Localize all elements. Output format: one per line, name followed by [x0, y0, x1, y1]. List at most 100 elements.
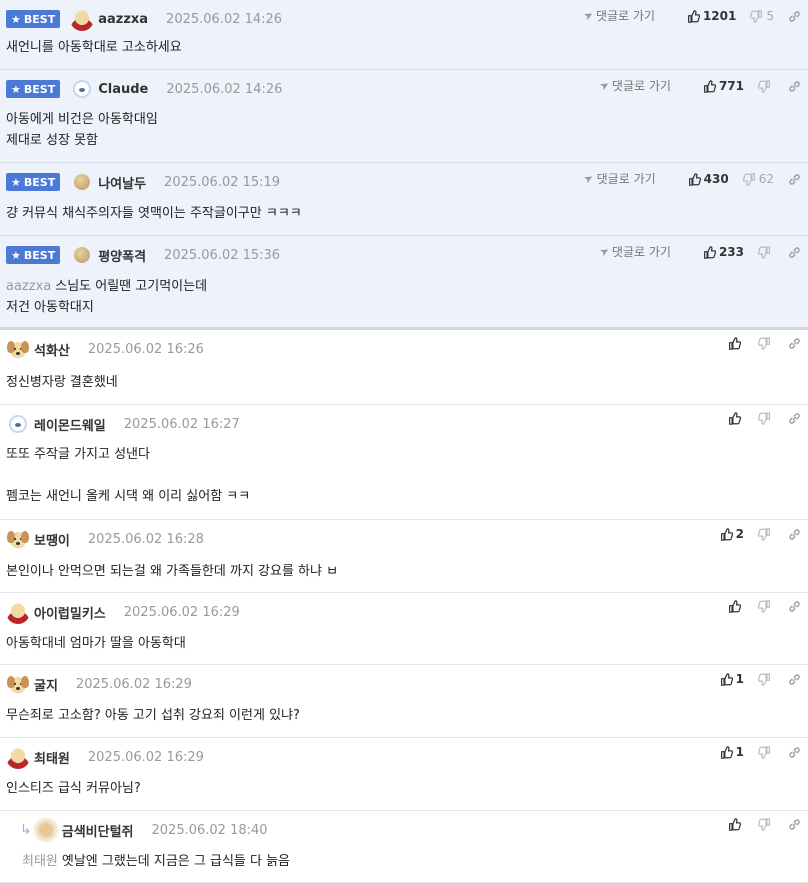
share-link-button[interactable] — [788, 80, 800, 92]
upvote-button[interactable] — [728, 412, 744, 425]
comment-line: 인스티즈 급식 커뮤아님? — [6, 778, 141, 799]
share-link-button[interactable] — [788, 528, 800, 540]
go-to-comment-link[interactable]: ➤ 댓글로 가기 — [597, 243, 671, 260]
comment-text: 최태원 옛날엔 그랬는데 지금은 그 급식들 다 늙음 — [22, 851, 290, 872]
share-link-button[interactable] — [788, 673, 800, 685]
comment-date: 2025.06.02 15:36 — [164, 247, 281, 263]
mention-name[interactable]: 최태원 — [22, 854, 58, 869]
upvote-count: 430 — [703, 171, 729, 186]
author-name[interactable]: 최태원 — [34, 748, 70, 767]
thumbs-up-icon — [687, 9, 700, 23]
avatar[interactable] — [6, 412, 30, 436]
author-name[interactable]: aazzxa — [98, 12, 148, 27]
avatar[interactable] — [6, 600, 30, 624]
thumbs-down-icon — [758, 746, 770, 759]
downvote-button[interactable] — [758, 818, 774, 831]
comment-text: 정신병자랑 결혼했네 — [6, 372, 118, 393]
downvote-button[interactable]: 62 — [742, 172, 774, 186]
author-name[interactable]: 나여날두 — [98, 173, 146, 192]
comment-line: 정신병자랑 결혼했네 — [6, 372, 118, 393]
comment-line-text: 인스티즈 급식 커뮤아님? — [6, 781, 141, 796]
reply-arrow-icon: ↳ — [20, 822, 32, 838]
author-name[interactable]: Claude — [98, 82, 148, 97]
avatar[interactable] — [33, 818, 58, 842]
comment-date: 2025.06.02 16:28 — [87, 531, 204, 547]
mention-name[interactable]: aazzxa — [6, 279, 51, 294]
upvote-button[interactable]: 2 — [720, 527, 744, 541]
comment-line-text: 제대로 성장 못함 — [6, 133, 98, 148]
comment-date: 2025.06.02 14:26 — [166, 81, 283, 97]
thumbs-down-icon — [758, 528, 770, 541]
downvote-button[interactable] — [758, 528, 774, 541]
reply-comment: ↳ 금색비단털쥐 2025.06.02 18:40 최태원 옛날엔 그랬는데 지금은 그… — [0, 811, 808, 883]
best-badge: ★ BEST — [6, 246, 61, 264]
avatar[interactable] — [74, 174, 91, 190]
comment-date: 2025.06.02 18:40 — [151, 822, 268, 838]
author-name[interactable]: 평양폭격 — [98, 246, 146, 265]
upvote-button[interactable] — [728, 337, 744, 350]
comment-line-text: 걍 커뮤식 채식주의자들 엿맥이는 주작글이구만 ㅋㅋㅋ — [6, 206, 302, 221]
share-link-button[interactable] — [788, 746, 800, 758]
author-name[interactable]: 석화산 — [34, 340, 70, 359]
thumbs-up-icon — [720, 528, 733, 541]
go-to-comment-link[interactable]: ➤ 댓글로 가기 — [581, 7, 655, 24]
author-name[interactable]: 금색비단털쥐 — [62, 821, 134, 840]
comment-date: 2025.06.02 16:29 — [123, 604, 240, 620]
avatar[interactable] — [6, 527, 30, 551]
author-name[interactable]: 레이몬드웨일 — [34, 415, 106, 434]
link-icon — [788, 600, 800, 612]
link-icon — [788, 173, 800, 185]
comment-text: 본인이나 안먹으면 되는걸 왜 가족들한데 까지 강요를 하냐 ㅂ — [6, 561, 338, 582]
downvote-button[interactable] — [758, 337, 774, 350]
share-link-button[interactable] — [788, 337, 800, 349]
comment-line: 또또 주작글 가지고 성낸다 — [6, 444, 250, 465]
comment-text: aazzxa 스님도 어릴땐 고기먹이는데 저건 아동학대지 — [6, 276, 207, 318]
upvote-button[interactable]: 233 — [703, 245, 744, 259]
upvote-button[interactable] — [728, 600, 744, 613]
comment-date: 2025.06.02 16:26 — [87, 341, 204, 357]
upvote-button[interactable]: 771 — [703, 79, 744, 93]
upvote-button[interactable]: 1 — [720, 672, 744, 686]
avatar[interactable] — [6, 745, 30, 769]
downvote-button[interactable] — [758, 746, 774, 759]
comment-date: 2025.06.02 16:29 — [87, 749, 204, 765]
thumbs-down-icon — [758, 337, 770, 350]
star-icon: ★ — [11, 82, 21, 96]
avatar[interactable] — [6, 337, 30, 361]
share-link-button[interactable] — [788, 818, 800, 830]
link-icon — [788, 246, 800, 258]
upvote-button[interactable]: 1201 — [687, 9, 736, 23]
thumbs-up-icon — [720, 746, 733, 759]
go-to-comment-link[interactable]: ➤ 댓글로 가기 — [582, 170, 656, 187]
share-link-button[interactable] — [788, 412, 800, 424]
share-link-button[interactable] — [788, 600, 800, 612]
comment-text: 인스티즈 급식 커뮤아님? — [6, 778, 141, 799]
downvote-button[interactable]: 5 — [750, 9, 774, 23]
downvote-button[interactable] — [758, 412, 774, 425]
avatar[interactable] — [70, 7, 95, 31]
share-link-button[interactable] — [788, 173, 800, 185]
upvote-button[interactable] — [728, 818, 744, 831]
share-link-button[interactable] — [788, 10, 800, 22]
best-badge-label: BEST — [23, 248, 56, 262]
link-icon — [788, 337, 800, 349]
author-name[interactable]: 아이럽밀키스 — [34, 603, 106, 622]
comment-list: ★ BEST aazzxa 2025.06.02 14:26 ➤ 댓글로 가기 1201 5 새… — [0, 0, 808, 883]
author-name[interactable]: 보땡이 — [34, 530, 70, 549]
upvote-button[interactable]: 430 — [688, 172, 729, 186]
share-link-button[interactable] — [788, 246, 800, 258]
downvote-button[interactable] — [758, 245, 774, 259]
comment-line: 무슨죄로 고소함? 아동 고기 섭취 강요죄 이런게 있냐? — [6, 705, 300, 726]
downvote-button[interactable] — [758, 79, 774, 93]
comment-actions: ➤ 댓글로 가기 233 — [597, 243, 800, 260]
avatar[interactable] — [6, 672, 30, 696]
comment-line-text: 옛날엔 그랬는데 지금은 그 급식들 다 늙음 — [61, 854, 291, 869]
go-to-comment-link[interactable]: ➤ 댓글로 가기 — [597, 77, 671, 94]
avatar[interactable] — [74, 247, 91, 263]
author-name[interactable]: 굴지 — [34, 675, 58, 694]
star-icon: ★ — [11, 12, 21, 26]
avatar[interactable] — [70, 77, 95, 101]
downvote-button[interactable] — [758, 673, 774, 686]
downvote-button[interactable] — [758, 600, 774, 613]
upvote-button[interactable]: 1 — [720, 745, 744, 759]
